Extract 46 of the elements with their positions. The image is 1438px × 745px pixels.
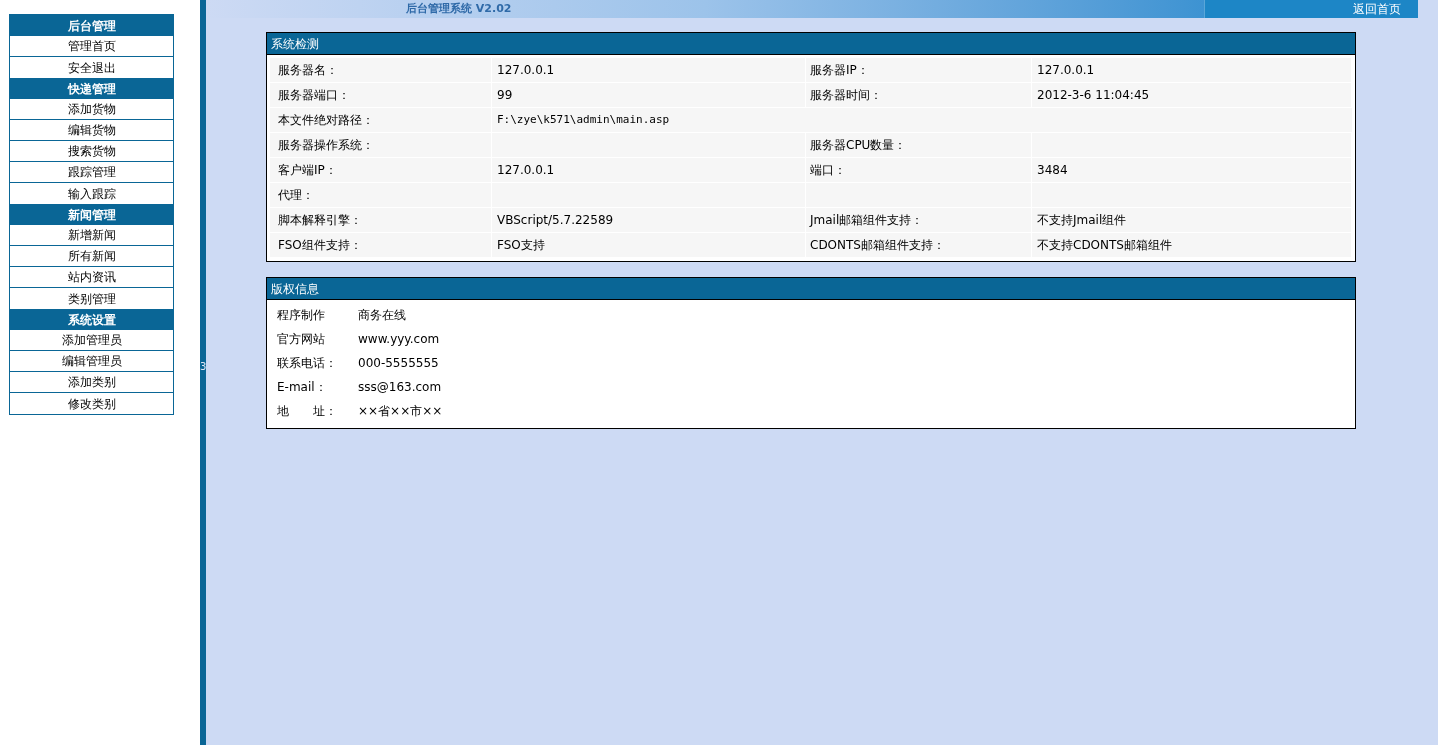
sidebar-section-header: 系统设置 — [10, 309, 173, 330]
table-cell: 服务器时间： — [806, 83, 1032, 107]
table-cell: 127.0.0.1 — [1032, 58, 1352, 82]
info-label: 官方网站 — [276, 331, 326, 348]
table-cell: 99 — [492, 83, 806, 107]
table-cell: 服务器CPU数量： — [806, 133, 1032, 157]
table-cell: 不支持CDONTS邮箱组件 — [1032, 233, 1352, 257]
table-cell: CDONTS邮箱组件支持： — [806, 233, 1032, 257]
sidebar-item[interactable]: 新增新闻 — [10, 225, 173, 246]
header-title: 后台管理系统 V2.02 — [406, 0, 512, 17]
info-label: 联系电话： — [276, 355, 338, 372]
table-cell: 服务器名： — [270, 58, 492, 82]
table-cell: 3484 — [1032, 158, 1352, 182]
table-cell: 代理： — [270, 183, 492, 207]
info-value: www.yyy.com — [357, 331, 440, 348]
table-cell: Jmail邮箱组件支持： — [806, 208, 1032, 232]
home-link[interactable]: 返回首页 — [1204, 0, 1418, 18]
table-cell: 2012-3-6 11:04:45 — [1032, 83, 1352, 107]
info-label: 地 址： — [276, 403, 338, 420]
info-value: 000-5555555 — [357, 355, 439, 372]
table-cell: 127.0.0.1 — [492, 58, 806, 82]
table-cell: 127.0.0.1 — [492, 158, 806, 182]
table-cell: 服务器IP： — [806, 58, 1032, 82]
table-cell: 脚本解释引擎： — [270, 208, 492, 232]
table-cell: F:\zye\k571\admin\main.asp — [492, 108, 1352, 132]
info-label: E-mail： — [276, 379, 328, 396]
table-cell: 端口： — [806, 158, 1032, 182]
sidebar-section-header: 后台管理 — [10, 15, 173, 36]
sidebar-item[interactable]: 所有新闻 — [10, 246, 173, 267]
table-cell: 不支持Jmail组件 — [1032, 208, 1352, 232]
info-label: 程序制作 — [276, 307, 326, 324]
sidebar-section-header: 新闻管理 — [10, 204, 173, 225]
info-value: 商务在线 — [357, 307, 406, 324]
table-cell: 客户端IP： — [270, 158, 492, 182]
table-cell: FSO组件支持： — [270, 233, 492, 257]
table-cell: FSO支持 — [492, 233, 806, 257]
table-cell: 本文件绝对路径： — [270, 108, 492, 132]
stray-mark: 3 — [200, 362, 206, 372]
info-value: ××省××市×× — [357, 403, 443, 420]
panel-header: 版权信息 — [267, 278, 1355, 300]
table-cell: 服务器端口： — [270, 83, 492, 107]
sidebar-section-header: 快递管理 — [10, 78, 173, 99]
panel-header: 系统检测 — [267, 33, 1355, 55]
table-cell: 服务器操作系统： — [270, 133, 492, 157]
table-cell: VBScript/5.7.22589 — [492, 208, 806, 232]
info-value: sss@163.com — [357, 379, 442, 396]
